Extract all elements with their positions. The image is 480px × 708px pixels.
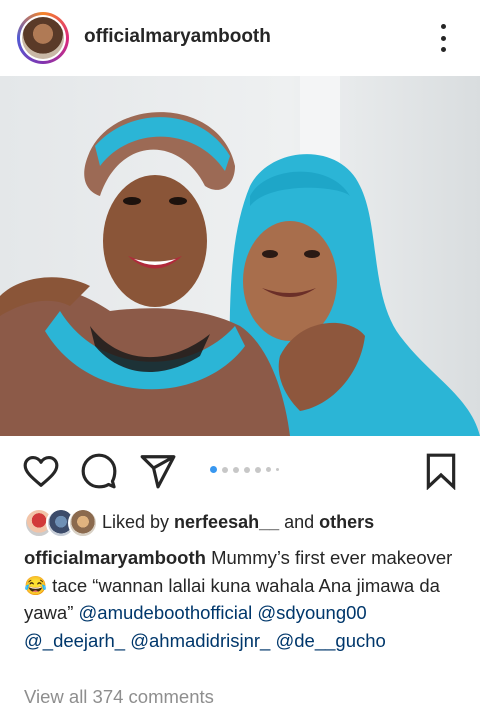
post-header: officialmaryambooth	[0, 0, 480, 76]
bookmark-icon[interactable]	[422, 452, 460, 490]
likes-row[interactable]: Liked by nerfeesah__ and others	[24, 508, 375, 538]
post-caption: officialmaryambooth Mummy’s first ever m…	[24, 547, 453, 651]
mention-link[interactable]: @amudeboothofficial	[79, 602, 253, 623]
carousel-dot-active	[210, 466, 217, 473]
mention-link[interactable]: @sdyoung00	[257, 602, 366, 623]
profile-avatar[interactable]	[17, 12, 69, 64]
send-icon[interactable]	[139, 452, 177, 490]
avatar-image	[22, 17, 64, 59]
laughing-emoji: 😂	[24, 574, 48, 596]
post-image[interactable]	[0, 76, 480, 436]
heart-icon[interactable]	[22, 452, 60, 490]
likes-text: Liked by nerfeesah__ and others	[102, 511, 375, 532]
liker-avatar	[68, 508, 98, 538]
liker-username[interactable]: nerfeesah__	[174, 512, 279, 532]
post-photo-illustration	[0, 76, 480, 436]
mention-link[interactable]: @de__gucho	[275, 630, 385, 651]
carousel-dot	[222, 466, 228, 473]
carousel-indicator	[210, 466, 279, 473]
more-vertical-icon[interactable]	[433, 24, 453, 52]
carousel-dot	[266, 467, 271, 472]
carousel-dot	[233, 466, 239, 473]
view-all-comments-link[interactable]: View all 374 comments	[24, 686, 214, 708]
post-username[interactable]: officialmaryambooth	[84, 26, 271, 48]
liker-avatars	[24, 508, 98, 538]
mention-link[interactable]: @ahmadidrisjnr_	[130, 630, 270, 651]
mention-link[interactable]: @_deejarh_	[24, 630, 125, 651]
carousel-dot	[255, 466, 261, 473]
carousel-dot	[276, 468, 279, 471]
comment-icon[interactable]	[80, 452, 118, 490]
likes-others[interactable]: others	[319, 512, 374, 532]
carousel-dot	[244, 466, 250, 473]
caption-username[interactable]: officialmaryambooth	[24, 547, 206, 568]
